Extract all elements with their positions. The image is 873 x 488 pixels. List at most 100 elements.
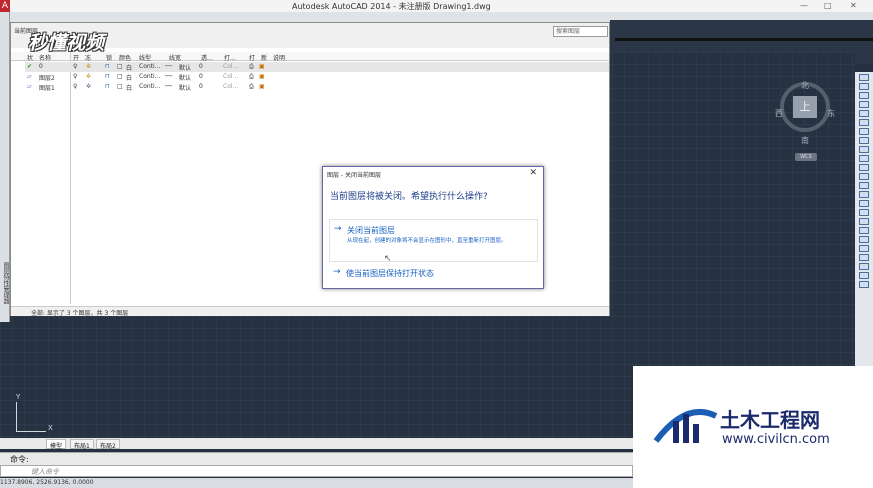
turn-off-layer-option[interactable]: → 关闭当前图层 从现在起，创建的对象将不会显示在图形中，直至重新打开图层。 <box>329 219 538 262</box>
tool-icon[interactable] <box>859 173 869 180</box>
tool-icon[interactable] <box>859 128 869 135</box>
minimize-button[interactable]: — <box>800 0 808 12</box>
unlock-icon[interactable]: ⊓ <box>105 73 110 80</box>
autocad-logo-icon[interactable]: A <box>0 0 10 12</box>
tool-icon[interactable] <box>859 83 869 90</box>
civilcn-logo-icon <box>653 409 718 443</box>
lineweight-line-icon: ── <box>165 73 173 80</box>
tool-icon[interactable] <box>859 245 869 252</box>
tool-icon[interactable] <box>859 92 869 99</box>
printer-icon[interactable]: ⎙ <box>249 63 254 71</box>
new-vp-freeze-icon[interactable]: ▣ <box>259 83 265 90</box>
compass-west[interactable]: 西 <box>775 108 783 119</box>
compass-south[interactable]: 南 <box>801 135 809 146</box>
tool-icon[interactable] <box>859 74 869 81</box>
layer-lineweight[interactable]: 默认 <box>179 73 191 82</box>
tool-icon[interactable] <box>859 110 869 117</box>
compass-north[interactable]: 北 <box>801 80 809 91</box>
tool-icon[interactable] <box>859 155 869 162</box>
window-title: Autodesk AutoCAD 2014 - 未注册版 Drawing1.dw… <box>292 2 491 11</box>
maximize-button[interactable]: □ <box>824 0 832 12</box>
tool-icon[interactable] <box>859 236 869 243</box>
layer-plotstyle[interactable]: Col... <box>223 73 238 80</box>
tool-icon[interactable] <box>859 191 869 198</box>
title-bar: A Autodesk AutoCAD 2014 - 未注册版 Drawing1.… <box>0 0 873 12</box>
dialog-close-button[interactable]: ✕ <box>529 168 537 178</box>
command-line-input[interactable]: 键入命令 <box>0 465 633 477</box>
tool-icon[interactable] <box>859 272 869 279</box>
keep-layer-on-option[interactable]: 使当前图层保持打开状态 <box>346 268 434 279</box>
col-description[interactable]: 说明 <box>273 53 285 62</box>
tool-icon[interactable] <box>859 263 869 270</box>
sun-icon[interactable]: ✲ <box>86 83 91 90</box>
layer-color: 白 <box>126 85 133 92</box>
tool-icon[interactable] <box>859 209 869 216</box>
viewcube-top-face[interactable]: 上 <box>793 96 817 118</box>
layer-lineweight[interactable]: 默认 <box>179 83 191 92</box>
sun-icon[interactable]: ✲ <box>86 63 91 70</box>
close-current-layer-dialog: 图层 - 关闭当前图层 ✕ 当前图层将被关闭。希望执行什么操作? → 关闭当前图… <box>322 166 544 289</box>
bulb-icon[interactable]: ♀ <box>73 73 77 80</box>
tool-icon[interactable] <box>859 254 869 261</box>
printer-icon[interactable]: ⎙ <box>249 73 254 81</box>
option-description: 从现在起，创建的对象将不会显示在图形中，直至重新打开图层。 <box>347 238 507 244</box>
layer-search-input[interactable]: 搜索图层 <box>553 26 608 37</box>
mouse-cursor-icon: ↖ <box>384 254 392 264</box>
tool-icon[interactable] <box>859 182 869 189</box>
bulb-icon[interactable]: ♀ <box>73 63 77 70</box>
tool-icon[interactable] <box>859 137 869 144</box>
color-swatch-icon[interactable]: □ <box>117 63 123 70</box>
color-swatch-icon[interactable]: □ <box>117 73 123 80</box>
color-swatch-icon[interactable]: □ <box>117 83 123 90</box>
palette-side-strip[interactable]: 图层特性管理器 <box>0 12 10 322</box>
panel-status-bar: 全部: 显示了 3 个图层，共 3 个图层 <box>11 306 609 317</box>
layer-row[interactable]: ▱ 图层2 ♀ ✲ ⊓ □ 白 Conti... ── 默认 0 Col... … <box>25 72 609 82</box>
col-lock[interactable]: 锁 <box>106 53 112 62</box>
col-linetype[interactable]: 线型 <box>139 53 151 62</box>
printer-icon[interactable]: ⎙ <box>249 83 254 91</box>
compass-east[interactable]: 东 <box>827 108 835 119</box>
layer-row[interactable]: ▱ 图层1 ♀ ✲ ⊓ □ 白 Conti... ── 默认 0 Col... … <box>25 82 609 92</box>
tab-model[interactable]: 模型 <box>46 439 67 450</box>
layer-transparency[interactable]: 0 <box>199 63 203 70</box>
unlock-icon[interactable]: ⊓ <box>105 63 110 70</box>
layer-linetype[interactable]: Conti... <box>139 73 160 80</box>
new-vp-freeze-icon[interactable]: ▣ <box>259 73 265 80</box>
col-plot[interactable]: 打 <box>249 53 255 62</box>
tool-icon[interactable] <box>859 146 869 153</box>
close-button[interactable]: ✕ <box>850 0 857 12</box>
bulb-icon[interactable]: ♀ <box>73 83 77 90</box>
layer-name: 图层1 <box>39 85 55 92</box>
col-plotstyle[interactable]: 打... <box>224 53 236 62</box>
layer-linetype[interactable]: Conti... <box>139 83 160 90</box>
tool-icon[interactable] <box>859 101 869 108</box>
unlock-icon[interactable]: ⊓ <box>105 83 110 90</box>
tool-icon[interactable] <box>859 281 869 288</box>
layer-lineweight[interactable]: 默认 <box>179 63 191 72</box>
new-vp-freeze-icon[interactable]: ▣ <box>259 63 265 70</box>
layer-linetype[interactable]: Conti... <box>139 63 160 70</box>
layer-transparency[interactable]: 0 <box>199 73 203 80</box>
tab-layout2[interactable]: 布局2 <box>96 439 120 450</box>
layer-plotstyle[interactable]: Col... <box>223 83 238 90</box>
palette-strip-label: 图层特性管理器 <box>2 262 9 304</box>
dialog-title: 图层 - 关闭当前图层 <box>327 172 381 179</box>
layer-plotstyle[interactable]: Col... <box>223 63 238 70</box>
col-newvp[interactable]: 新 <box>261 53 267 62</box>
tab-layout1[interactable]: 布局1 <box>70 439 94 450</box>
col-transparency[interactable]: 透... <box>201 53 213 62</box>
lineweight-line-icon: ── <box>165 83 173 90</box>
tool-icon[interactable] <box>859 200 869 207</box>
tool-icon[interactable] <box>859 218 869 225</box>
wcs-menu[interactable]: WCS <box>795 153 817 161</box>
layer-transparency[interactable]: 0 <box>199 83 203 90</box>
tool-icon[interactable] <box>859 227 869 234</box>
sun-icon[interactable]: ✲ <box>86 73 91 80</box>
layer-color: 白 <box>126 75 133 82</box>
tool-icon[interactable] <box>859 119 869 126</box>
col-lineweight[interactable]: 线宽 <box>169 53 181 62</box>
layer-row[interactable]: ✔ 0 ♀ ✲ ⊓ □ 白 Conti... ── 默认 0 Col... ⎙ … <box>25 62 609 72</box>
tool-icon[interactable] <box>859 164 869 171</box>
col-color[interactable]: 颜色 <box>119 53 131 62</box>
arrow-right-icon: → <box>333 267 341 277</box>
